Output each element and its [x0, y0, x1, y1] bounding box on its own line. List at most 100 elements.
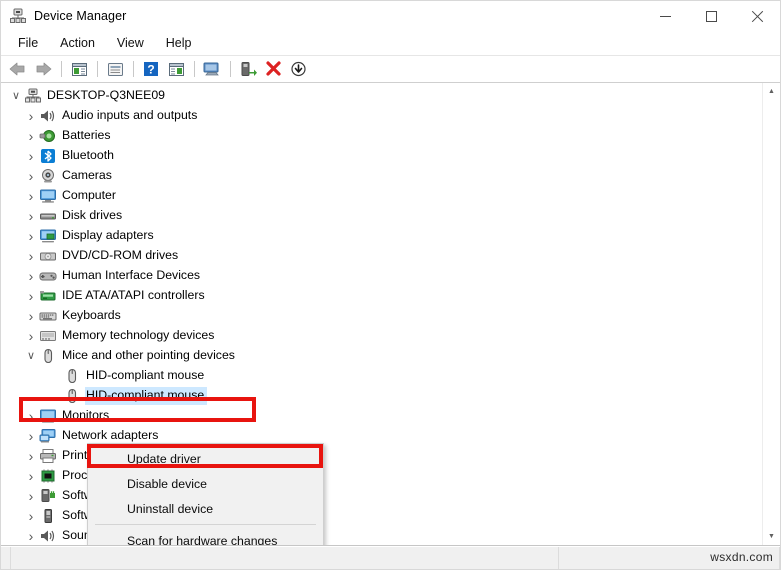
- tree-row-computer[interactable]: Computer: [1, 186, 762, 206]
- tree-row-label: Bluetooth: [62, 148, 114, 162]
- chevron-right-icon[interactable]: [23, 229, 39, 243]
- tree-row-batteries[interactable]: Batteries: [1, 126, 762, 146]
- chevron-right-icon[interactable]: [23, 469, 39, 483]
- vertical-scrollbar[interactable]: ▲ ▼: [762, 83, 780, 545]
- chevron-down-icon[interactable]: [23, 351, 39, 362]
- tree-row-label: DVD/CD-ROM drives: [62, 248, 179, 262]
- status-cell-left: [1, 547, 11, 569]
- maximize-button[interactable]: [688, 1, 734, 31]
- scroll-down-arrow-icon[interactable]: ▼: [763, 528, 780, 545]
- chevron-right-icon[interactable]: [23, 429, 39, 443]
- ctx-disable-device[interactable]: Disable device: [88, 471, 323, 496]
- show-hide-action-pane-icon[interactable]: [164, 58, 188, 80]
- speaker-icon: [39, 528, 57, 544]
- tree-row-audio-inputs-and-outputs[interactable]: Audio inputs and outputs: [1, 106, 762, 126]
- speaker-icon: [39, 108, 57, 124]
- show-hide-console-tree-icon[interactable]: [67, 58, 91, 80]
- svg-text:?: ?: [147, 63, 154, 77]
- minimize-button[interactable]: [642, 1, 688, 31]
- tree-row-label: Batteries: [62, 128, 111, 142]
- tree-row-label: Computer: [62, 188, 116, 202]
- chevron-right-icon[interactable]: [23, 169, 39, 183]
- tree-row-label: Display adapters: [62, 228, 154, 242]
- maximize-icon: [705, 10, 717, 22]
- chevron-right-icon[interactable]: [23, 529, 39, 543]
- scrollbar-track[interactable]: [763, 100, 780, 528]
- battery-icon: [39, 128, 57, 144]
- chevron-right-icon[interactable]: [23, 149, 39, 163]
- ctx-scan-hardware-changes[interactable]: Scan for hardware changes: [88, 528, 323, 546]
- display-adapter-icon: [39, 228, 57, 244]
- status-bar: wsxdn.com: [1, 546, 780, 569]
- monitor-icon: [39, 188, 57, 204]
- tree-row-mice-and-other-pointing-devices[interactable]: Mice and other pointing devices: [1, 346, 762, 366]
- tree-row-display-adapters[interactable]: Display adapters: [1, 226, 762, 246]
- printer-icon: [39, 448, 57, 464]
- help-icon[interactable]: ?: [139, 58, 163, 80]
- menu-action[interactable]: Action: [49, 33, 106, 53]
- update-driver-icon[interactable]: [236, 58, 260, 80]
- monitor-icon: [39, 408, 57, 424]
- keyboard-icon: [39, 308, 57, 324]
- tree-row-ide-ata-atapi-controllers[interactable]: IDE ATA/ATAPI controllers: [1, 286, 762, 306]
- software-component-icon: [39, 488, 57, 504]
- optical-drive-icon: [39, 248, 57, 264]
- scan-for-hardware-changes-icon[interactable]: [200, 58, 224, 80]
- chevron-right-icon[interactable]: [23, 209, 39, 223]
- menu-file[interactable]: File: [7, 33, 49, 53]
- chevron-right-icon[interactable]: [23, 329, 39, 343]
- chevron-right-icon[interactable]: [23, 289, 39, 303]
- bluetooth-icon: [39, 148, 57, 164]
- chevron-right-icon[interactable]: [23, 109, 39, 123]
- menu-help[interactable]: Help: [155, 33, 203, 53]
- chevron-right-icon[interactable]: [23, 249, 39, 263]
- tree-row-bluetooth[interactable]: Bluetooth: [1, 146, 762, 166]
- tree-row-label: Mice and other pointing devices: [62, 348, 235, 362]
- mouse-icon: [39, 348, 57, 364]
- menu-view[interactable]: View: [106, 33, 155, 53]
- tree-row-label: HID-compliant mouse: [85, 387, 208, 405]
- chevron-right-icon[interactable]: [23, 189, 39, 203]
- chevron-right-icon[interactable]: [23, 449, 39, 463]
- tree-row-disk-drives[interactable]: Disk drives: [1, 206, 762, 226]
- chevron-right-icon[interactable]: [23, 309, 39, 323]
- tree-row-hid-compliant-mouse[interactable]: HID-compliant mouse: [1, 386, 762, 406]
- back-icon[interactable]: [6, 58, 30, 80]
- tree-row-cameras[interactable]: Cameras: [1, 166, 762, 186]
- chevron-right-icon[interactable]: [23, 129, 39, 143]
- tree-row-label: Disk drives: [62, 208, 123, 222]
- properties-icon[interactable]: [103, 58, 127, 80]
- tree-row-label: IDE ATA/ATAPI controllers: [62, 288, 205, 302]
- tree-row-hid-compliant-mouse[interactable]: HID-compliant mouse: [1, 366, 762, 386]
- chevron-right-icon[interactable]: [23, 489, 39, 503]
- context-menu-separator: [95, 524, 316, 525]
- toolbar-separator: [194, 61, 195, 77]
- content-area: DESKTOP-Q3NEE09 Audio inputs and outputs…: [1, 83, 780, 546]
- software-device-icon: [39, 508, 57, 524]
- disk-drive-icon: [39, 208, 57, 224]
- uninstall-device-icon[interactable]: [261, 58, 285, 80]
- tree-row-keyboards[interactable]: Keyboards: [1, 306, 762, 326]
- chevron-right-icon[interactable]: [23, 409, 39, 423]
- tree-row-human-interface-devices[interactable]: Human Interface Devices: [1, 266, 762, 286]
- tree-row-label: Keyboards: [62, 308, 121, 322]
- ctx-update-driver[interactable]: Update driver: [88, 446, 323, 471]
- mouse-icon: [63, 388, 81, 404]
- memory-icon: [39, 328, 57, 344]
- ctx-uninstall-device[interactable]: Uninstall device: [88, 496, 323, 521]
- scroll-up-arrow-icon[interactable]: ▲: [763, 83, 780, 100]
- computer-root-icon: [24, 88, 42, 104]
- tree-row-memory-technology-devices[interactable]: Memory technology devices: [1, 326, 762, 346]
- tree-row-root[interactable]: DESKTOP-Q3NEE09: [1, 86, 762, 106]
- chevron-down-icon[interactable]: [8, 91, 24, 102]
- tree-row-dvd-cd-rom-drives[interactable]: DVD/CD-ROM drives: [1, 246, 762, 266]
- tree-row-label: Monitors: [62, 408, 110, 422]
- chevron-right-icon[interactable]: [23, 509, 39, 523]
- scrollbar-thumb[interactable]: [765, 100, 778, 250]
- forward-icon[interactable]: [31, 58, 55, 80]
- context-menu[interactable]: Update driver Disable device Uninstall d…: [87, 443, 324, 546]
- close-button[interactable]: [734, 1, 780, 31]
- chevron-right-icon[interactable]: [23, 269, 39, 283]
- disable-device-icon[interactable]: [286, 58, 310, 80]
- tree-row-monitors[interactable]: Monitors: [1, 406, 762, 426]
